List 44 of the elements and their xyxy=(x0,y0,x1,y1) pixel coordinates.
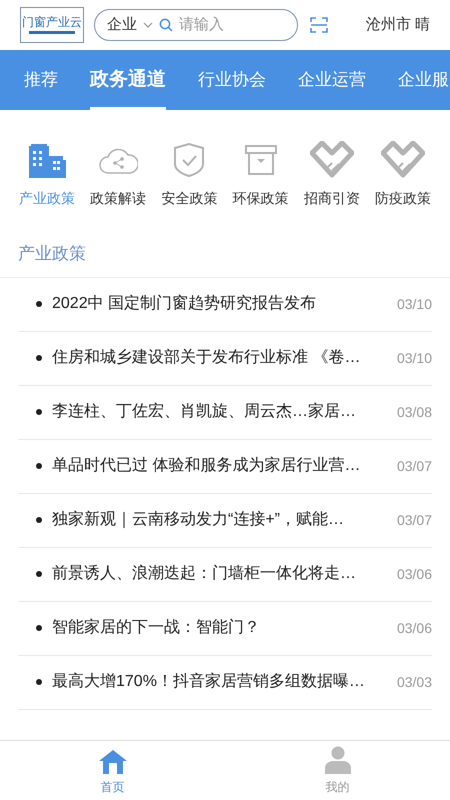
bullet-icon xyxy=(36,355,42,361)
news-link[interactable]: 李连柱、丁佐宏、肖凯旋、周云杰…家居… xyxy=(52,400,387,424)
bullet-icon xyxy=(36,409,42,415)
search-field[interactable]: 企业 请输入 xyxy=(94,9,298,41)
news-date: 03/10 xyxy=(396,294,432,314)
news-date: 03/03 xyxy=(396,672,432,692)
bullet-icon xyxy=(36,517,42,523)
news-link[interactable]: 单品时代已过 体验和服务成为家居行业营… xyxy=(52,454,387,478)
shield-check-icon xyxy=(173,142,206,178)
news-link[interactable]: 最高大增170%！抖音家居营销多组数据曝… xyxy=(52,670,387,694)
category-button[interactable]: 安全政策 xyxy=(156,140,222,209)
handshake-icon xyxy=(310,141,354,179)
category-button[interactable]: 招商引资 xyxy=(298,140,365,209)
buildings-icon xyxy=(27,142,67,178)
category-button[interactable]: 防疫政策 xyxy=(370,140,436,209)
scan-icon[interactable] xyxy=(310,16,328,34)
news-date: 03/08 xyxy=(396,402,432,422)
user-icon xyxy=(324,746,350,774)
bullet-icon xyxy=(36,625,42,631)
scope-selector[interactable]: 企业 xyxy=(107,14,137,36)
bullet-icon xyxy=(36,679,42,685)
logo: 门窗产业云 xyxy=(20,7,84,43)
category-button[interactable]: 环保政策 xyxy=(228,140,294,209)
category-button[interactable]: 政策解读 xyxy=(85,140,152,209)
location-weather: 沧州市 晴 xyxy=(366,14,430,35)
archive-box-icon xyxy=(244,144,278,176)
search-icon xyxy=(159,18,173,32)
chevron-down-icon xyxy=(143,22,153,28)
news-date: 03/10 xyxy=(396,348,432,368)
news-link[interactable]: 独家新观｜云南移动发力“连接+”，赋能… xyxy=(52,508,387,532)
news-link[interactable]: 前景诱人、浪潮迭起：门墙柜一体化将走… xyxy=(52,562,387,586)
news-date: 03/07 xyxy=(396,456,432,476)
news-date: 03/06 xyxy=(396,618,432,638)
handshake-icon xyxy=(380,141,425,179)
news-date: 03/07 xyxy=(396,510,432,530)
news-date: 03/06 xyxy=(396,564,432,584)
section-title: 产业政策 xyxy=(0,233,450,278)
home-icon xyxy=(98,750,126,774)
bullet-icon xyxy=(36,301,42,307)
bullet-icon xyxy=(36,463,42,469)
bullet-icon xyxy=(36,571,42,577)
news-link[interactable]: 住房和城乡建设部关于发布行业标准 《卷… xyxy=(52,346,387,370)
news-link[interactable]: 2022中 国定制门窗趋势研究报告发布 xyxy=(52,292,387,316)
news-link[interactable]: 智能家居的下一战：智能门？ xyxy=(52,616,387,640)
